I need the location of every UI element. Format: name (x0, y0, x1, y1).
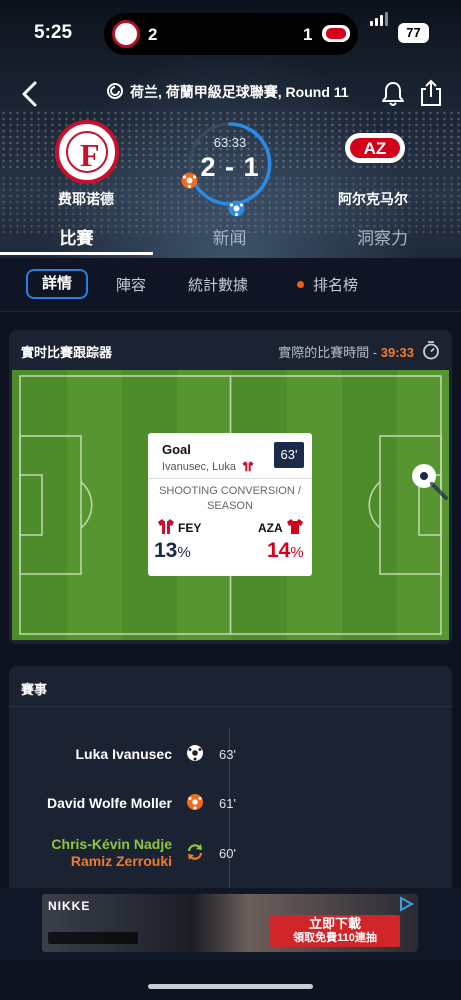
match-score: 2 - 1 (200, 152, 260, 182)
league-title[interactable]: 荷兰, 荷蘭甲級足球聯賽, Round 11 (130, 82, 349, 102)
ball-trail (430, 482, 448, 500)
events-title: 賽事 (21, 682, 48, 697)
subtab-standings[interactable]: 排名榜 (313, 274, 358, 295)
sub-tab-bar: 詳情 陣容 統計數據 排名榜 (0, 258, 461, 312)
ad-choices-icon[interactable] (398, 896, 414, 912)
league-logo-icon (107, 83, 123, 99)
tab-match[interactable]: 比賽 (0, 224, 153, 249)
divider (148, 478, 312, 479)
home-crest-mini-icon (112, 20, 140, 48)
ad-cta-button[interactable]: 立即下載 領取免費110連抽 (270, 915, 400, 947)
island-away-score: 1 (303, 25, 313, 44)
event-minute: 60' (219, 846, 236, 861)
own-goal-ball-icon (187, 794, 203, 810)
active-tab-indicator (0, 252, 153, 255)
popup-home-pct: 13% (154, 539, 191, 562)
goal-ball-icon (228, 200, 245, 217)
home-indicator[interactable] (148, 984, 313, 989)
sub-player-out[interactable]: Ramiz Zerrouki (71, 853, 172, 869)
own-goal-ball-icon (181, 172, 198, 189)
subtab-details[interactable]: 詳情 (26, 269, 88, 299)
share-icon[interactable] (418, 78, 444, 108)
popup-player: Ivanusec, Luka (162, 460, 254, 473)
home-shirt-icon (158, 519, 174, 534)
substitution-icon (187, 844, 203, 860)
tab-news[interactable]: 新闻 (153, 224, 306, 249)
subtab-lineup[interactable]: 陣容 (116, 274, 146, 295)
home-team-name[interactable]: 费耶诺德 (58, 189, 114, 209)
event-minute: 61' (219, 796, 236, 811)
goal-ball-icon (187, 745, 203, 761)
live-activity-island[interactable] (104, 13, 358, 55)
tab-insights[interactable]: 洞察力 (306, 224, 459, 249)
svg-text:AZ: AZ (364, 139, 387, 158)
actual-time: 實際的比賽時間 - 39:33 (278, 345, 414, 360)
home-shirt-icon (242, 461, 254, 472)
back-arrow-icon[interactable] (18, 80, 42, 108)
away-team-name[interactable]: 阿尔克马尔 (338, 189, 408, 209)
divider (9, 706, 452, 707)
home-team-crest[interactable]: F (55, 120, 119, 184)
status-time: 5:25 (34, 22, 73, 43)
island-home-score: 2 (148, 25, 158, 44)
event-minute: 63' (219, 747, 236, 762)
notification-bell-icon[interactable] (380, 80, 406, 108)
match-clock: 63:33 (213, 135, 247, 150)
event-player[interactable]: Luka Ivanusec (76, 746, 173, 762)
stopwatch-icon (423, 341, 439, 360)
popup-away-pct: 14% (267, 539, 304, 562)
tracker-title: 實时比賽跟踪器 (21, 345, 113, 360)
app-store-badges (48, 932, 138, 944)
away-crest-mini-icon (322, 25, 350, 42)
subtab-stats[interactable]: 統計數據 (188, 274, 248, 295)
sub-player-in[interactable]: Chris-Kévin Nadje (51, 836, 172, 852)
popup-stat-label: SHOOTING CONVERSION / SEASON (159, 485, 301, 512)
away-team-crest[interactable]: AZ (344, 130, 406, 166)
popup-event-type: Goal (162, 442, 191, 457)
event-popup: Goal Ivanusec, Luka 63' SHOOTING CONVERS… (148, 433, 312, 576)
live-dot-icon (297, 281, 304, 288)
popup-away-abbr: AZA (258, 521, 283, 535)
popup-home-abbr: FEY (178, 521, 202, 535)
away-shirt-icon (287, 519, 303, 534)
event-player[interactable]: David Wolfe Moller (47, 795, 172, 811)
popup-minute-badge: 63' (274, 442, 304, 468)
ad-brand-logo: NIKKE (48, 899, 91, 913)
battery-indicator: 77 (398, 23, 429, 43)
events-card: 賽事 Luka Ivanusec 63' David Wolfe Moller … (9, 666, 452, 896)
